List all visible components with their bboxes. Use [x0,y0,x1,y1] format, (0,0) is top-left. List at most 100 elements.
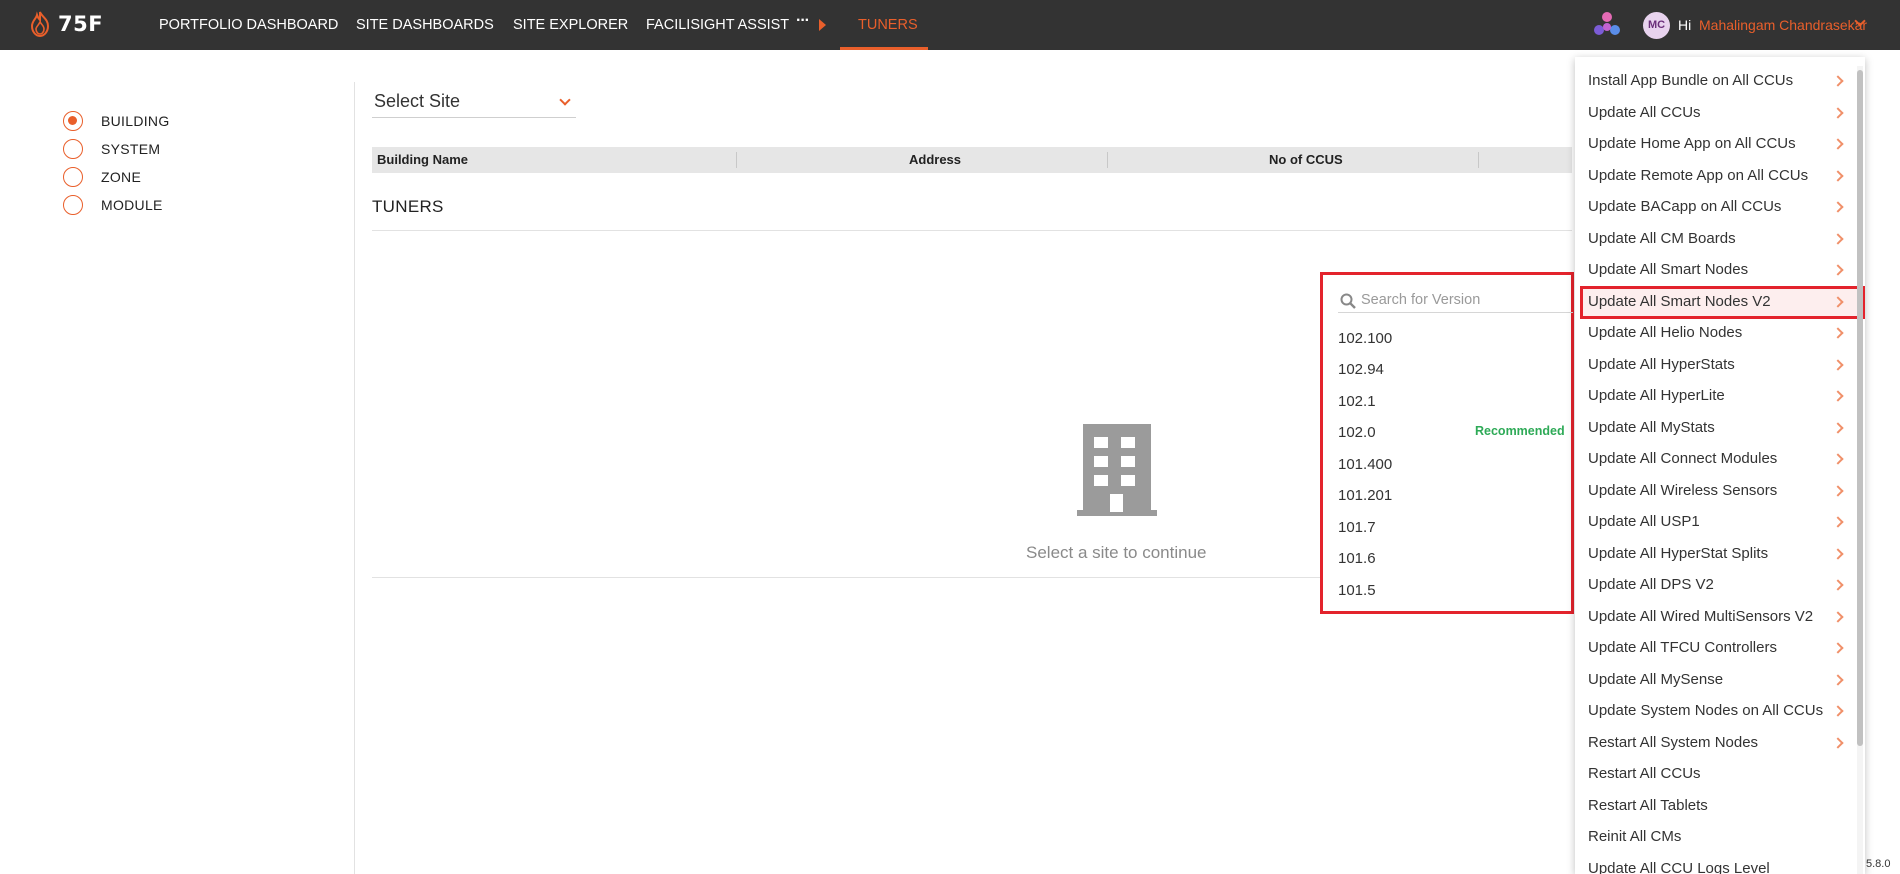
column-separator [736,152,737,168]
radio-button-checked[interactable] [63,111,83,131]
app-version: 5.8.0 [1866,858,1891,870]
chevron-right-icon [1832,610,1844,623]
version-option[interactable]: 102.94 [1338,361,1384,381]
chevron-right-icon [1832,673,1844,686]
tuners-section-title: TUNERS [372,197,444,216]
radio-button[interactable] [63,195,83,215]
menu-item[interactable]: Update All Smart Nodes [1588,258,1748,282]
menu-item[interactable]: Update All Smart Nodes V2 [1588,290,1771,314]
nav-facilisight-assist[interactable]: FACILISIGHT ASSIST [646,0,789,50]
nav-site-explorer[interactable]: SITE EXPLORER [513,0,628,50]
level-label: ZONE [101,169,142,185]
level-label: SYSTEM [101,141,161,157]
menu-item[interactable]: Restart All Tablets [1588,794,1708,818]
brand-name: 75F [58,12,104,36]
menu-item[interactable]: Update All Wired MultiSensors V2 [1588,605,1813,629]
menu-item[interactable]: Update All USP1 [1588,510,1700,534]
chevron-right-icon [1832,579,1844,591]
radio-button[interactable] [63,139,83,159]
menu-item[interactable]: Update All CM Boards [1588,227,1736,251]
level-option-module[interactable]: MODULE [63,195,163,215]
menu-item[interactable]: Restart All System Nodes [1588,731,1758,755]
nav-tuners[interactable]: TUNERS [858,0,918,50]
search-icon [1340,293,1356,309]
section-divider [372,230,1572,231]
chevron-right-icon [1832,264,1844,276]
menu-item[interactable]: Update All HyperStat Splits [1588,542,1768,566]
chevron-right-icon [1832,421,1844,434]
column-no-of-ccus[interactable]: No of CCUS [1269,147,1343,173]
menu-item[interactable]: Update All MySense [1588,668,1723,692]
version-search-box [1338,289,1573,313]
level-label: BUILDING [101,113,170,129]
version-dropdown: 102.100 102.94 102.1 102.0 Recommended 1… [1320,272,1574,614]
menu-item[interactable]: Reinit All CMs [1588,825,1681,849]
version-option[interactable]: 102.100 [1338,330,1392,350]
user-name[interactable]: Mahalingam Chandrasekar [1699,0,1867,50]
chevron-right-icon [1832,75,1844,87]
nav-site-dashboards[interactable]: SITE DASHBOARDS [356,0,494,50]
site-select-label: Select Site [374,91,461,111]
nav-portfolio-dashboard[interactable]: PORTFOLIO DASHBOARD [159,0,338,50]
active-tab-indicator [840,47,928,50]
site-select-dropdown[interactable]: Select Site [372,84,576,118]
menu-item[interactable]: Install App Bundle on All CCUs [1588,69,1793,93]
menu-item[interactable]: Update Remote App on All CCUs [1588,164,1808,188]
version-option[interactable]: 101.400 [1338,456,1392,476]
menu-item[interactable]: Restart All CCUs [1588,762,1701,786]
menu-item[interactable]: Update All MyStats [1588,416,1715,440]
column-address[interactable]: Address [909,147,961,173]
menu-item[interactable]: Update System Nodes on All CCUs [1588,699,1823,723]
menu-item[interactable]: Update All CCU Logs Level [1588,857,1770,874]
bulk-actions-menu: Install App Bundle on All CCUs Update All… [1575,57,1865,874]
chevron-right-icon [1832,201,1844,213]
version-option[interactable]: 101.5 [1338,582,1376,602]
nav-scroll-right-icon[interactable] [819,19,826,31]
menu-item[interactable]: Update All Helio Nodes [1588,321,1742,345]
menu-scrollbar-thumb[interactable] [1857,70,1863,746]
column-separator [1107,152,1108,168]
menu-item[interactable]: Update BACapp on All CCUs [1588,195,1781,219]
version-option[interactable]: 102.1 [1338,393,1376,413]
chevron-right-icon [1832,642,1844,654]
chevron-right-icon [1832,547,1844,560]
version-option[interactable]: 101.6 [1338,550,1376,570]
chevron-right-icon [1832,358,1844,371]
version-option[interactable]: 101.7 [1338,519,1376,539]
chevron-right-icon [1832,705,1844,717]
chevron-right-icon [1832,169,1844,182]
level-option-zone[interactable]: ZONE [63,167,141,187]
menu-item[interactable]: Update Home App on All CCUs [1588,132,1796,156]
chevron-right-icon [1832,736,1844,749]
menu-item[interactable]: Update All CCUs [1588,101,1701,125]
building-icon [1077,424,1157,516]
version-search-input[interactable] [1361,289,1561,311]
version-option[interactable]: 101.201 [1338,487,1392,507]
version-option[interactable]: 102.0 [1338,424,1376,444]
ai-assistant-icon[interactable] [1592,10,1622,40]
menu-item[interactable]: Update All Wireless Sensors [1588,479,1777,503]
menu-item[interactable]: Update All Connect Modules [1588,447,1777,471]
column-separator [1478,152,1479,168]
recommended-badge: Recommended [1475,424,1565,438]
chevron-right-icon [1832,484,1844,497]
brand-logo[interactable]: 75F [28,11,103,37]
chevron-right-icon [1832,327,1844,339]
radio-button[interactable] [63,167,83,187]
chevron-right-icon [1832,138,1844,150]
greeting-text: Hi [1678,17,1692,33]
menu-item[interactable]: Update All DPS V2 [1588,573,1714,597]
column-building-name[interactable]: Building Name [377,147,468,173]
empty-state-message: Select a site to continue [1026,543,1207,562]
chevron-right-icon [1832,516,1844,528]
level-option-system[interactable]: SYSTEM [63,139,160,159]
chevron-right-icon [1832,106,1844,119]
nav-more-button[interactable]: ··· [796,12,810,30]
menu-item[interactable]: Update All HyperLite [1588,384,1725,408]
chevron-right-icon [1832,232,1844,245]
user-avatar[interactable]: MC [1643,12,1670,39]
level-option-building[interactable]: BUILDING [63,111,170,131]
menu-item[interactable]: Update All HyperStats [1588,353,1735,377]
menu-item[interactable]: Update All TFCU Controllers [1588,636,1777,660]
flame-logo-icon [30,11,50,37]
